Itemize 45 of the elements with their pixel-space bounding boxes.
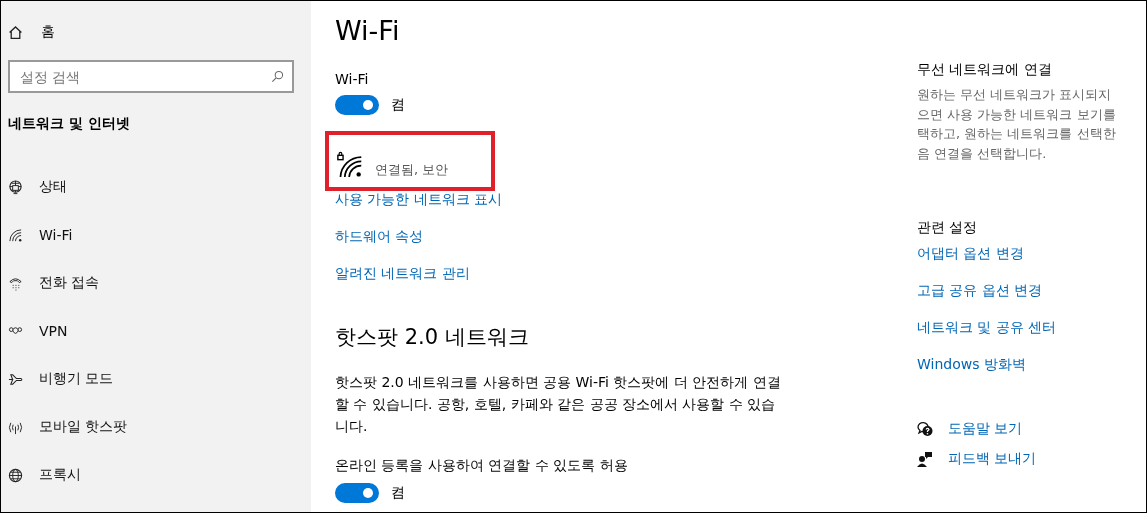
settings-link[interactable]: 고급 공유 옵션 변경 — [917, 282, 1043, 300]
secured-wifi-icon — [337, 149, 363, 179]
page-title: Wi-Fi — [335, 15, 401, 48]
feedback-icon — [917, 451, 933, 467]
sidebar-item[interactable]: 상태 — [8, 163, 208, 211]
sidebar-item[interactable]: 비행기 모드 — [8, 355, 208, 403]
settings-link[interactable]: 하드웨어 속성 — [335, 228, 424, 246]
description-text: 으면 사용 가능한 네트워크 보기를 — [917, 105, 1117, 124]
sidebar-item[interactable]: 프록시 — [8, 451, 208, 499]
description-text: 원하는 무선 네트워크가 표시되지 — [917, 86, 1113, 104]
section-heading: 관련 설정 — [917, 219, 979, 237]
setting-label: Wi-Fi — [335, 71, 370, 87]
toggle-switch[interactable] — [335, 483, 379, 503]
settings-link[interactable]: Windows 방화벽 — [917, 356, 1026, 374]
toggle-state: 켬 — [391, 96, 405, 114]
home-link[interactable]: 홈 — [41, 23, 55, 41]
home-icon — [8, 24, 23, 40]
settings-link[interactable]: 알려진 네트워크 관리 — [335, 265, 470, 283]
sidebar-item[interactable]: Wi-Fi — [8, 211, 208, 259]
description-text: 택하고, 원하는 네트워크를 선택한 — [917, 125, 1117, 143]
search-field[interactable]: 설정 검색 — [8, 60, 294, 93]
help-icon — [917, 421, 933, 437]
help-link[interactable]: 도움말 보기 — [948, 420, 1023, 438]
wifi-icon — [8, 227, 23, 243]
sidebar-item[interactable]: 모바일 핫스팟 — [8, 403, 208, 451]
settings-link[interactable]: 네트워크 및 공유 센터 — [917, 319, 1057, 337]
globe-icon — [8, 467, 23, 483]
setting-label: 온라인 등록을 사용하여 연결할 수 있도록 허용 — [335, 457, 629, 475]
sidebar-item[interactable]: 전화 접속 — [8, 259, 208, 307]
toggle-switch[interactable] — [335, 95, 379, 115]
airplane-icon — [8, 371, 23, 387]
settings-link[interactable]: 사용 가능한 네트워크 표시 — [335, 191, 503, 209]
description-text: 핫스팟 2.0 네트워크를 사용하면 공용 Wi-Fi 핫스팟에 더 안전하게 연결할 수 있습니다. 공항, 호텔, 카페와 같은 공공 장소에서 사용할 수 있습니다. — [335, 373, 782, 436]
help-link[interactable]: 피드백 보내기 — [948, 450, 1037, 468]
section-heading: 네트워크 및 인터넷 — [8, 115, 131, 133]
sidebar-item[interactable]: VPN — [8, 307, 208, 355]
search-icon — [271, 70, 284, 83]
settings-link[interactable]: 어댑터 옵션 변경 — [917, 245, 1024, 263]
section-heading: 무선 네트워크에 연결 — [917, 61, 1053, 79]
section-heading: 핫스팟 2.0 네트워크 — [335, 324, 530, 351]
globe-monitor-icon — [8, 179, 23, 195]
network-status-card[interactable]: 연결됨, 보안 — [325, 131, 495, 191]
description-text: 음 연결을 선택합니다. — [917, 144, 1048, 163]
phone-icon — [8, 275, 23, 291]
toggle-state: 켬 — [391, 484, 405, 502]
